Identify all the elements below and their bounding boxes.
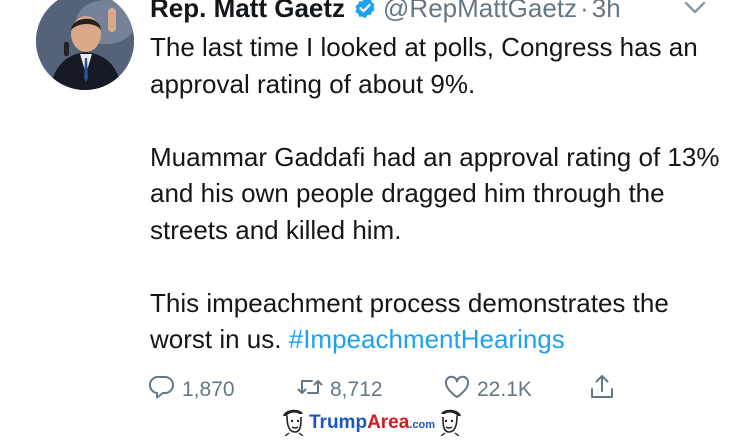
reply-count: 1,870 — [182, 378, 235, 401]
watermark-brand: TrumpArea.com — [309, 412, 435, 434]
verified-badge-icon — [353, 0, 377, 20]
tweet-paragraph: The last time I looked at polls, Congres… — [150, 32, 698, 99]
like-count: 22.1K — [477, 378, 532, 401]
heart-icon — [443, 373, 477, 407]
author-avatar[interactable] — [36, 0, 134, 90]
watermark-brand-suffix: .com — [409, 419, 435, 431]
watermark-brand-secondary: Area — [367, 412, 410, 433]
retweet-icon — [296, 373, 330, 407]
watermark-face-right-icon — [437, 406, 465, 441]
share-icon — [588, 373, 622, 407]
tweet-header: Rep. Matt Gaetz @RepMattGaetz · 3h — [150, 0, 621, 24]
hashtag-link[interactable]: #ImpeachmentHearings — [289, 324, 565, 354]
share-button[interactable] — [588, 372, 622, 408]
watermark-face-left-icon — [279, 406, 307, 441]
reply-button[interactable]: 1,870 — [148, 372, 235, 408]
author-handle[interactable]: @RepMattGaetz — [383, 0, 577, 24]
tweet-timestamp[interactable]: 3h — [592, 0, 621, 24]
watermark-brand-primary: Trump — [309, 412, 368, 433]
chevron-down-icon[interactable] — [682, 0, 708, 18]
tweet-paragraph-last: This impeachment process demonstrates th… — [150, 285, 730, 358]
like-button[interactable]: 22.1K — [443, 372, 532, 408]
tweet-text: The last time I looked at polls, Congres… — [150, 29, 730, 358]
tweet-action-bar: 1,870 8,712 22.1K — [0, 372, 740, 408]
avatar-photo — [36, 0, 134, 90]
watermark: TrumpArea.com — [258, 408, 486, 438]
author-name[interactable]: Rep. Matt Gaetz — [150, 0, 345, 24]
header-separator: · — [580, 0, 589, 23]
retweet-button[interactable]: 8,712 — [296, 372, 383, 408]
reply-icon — [148, 373, 182, 407]
tweet-paragraph: Muammar Gaddafi had an approval rating o… — [150, 141, 720, 245]
retweet-count: 8,712 — [330, 378, 383, 401]
